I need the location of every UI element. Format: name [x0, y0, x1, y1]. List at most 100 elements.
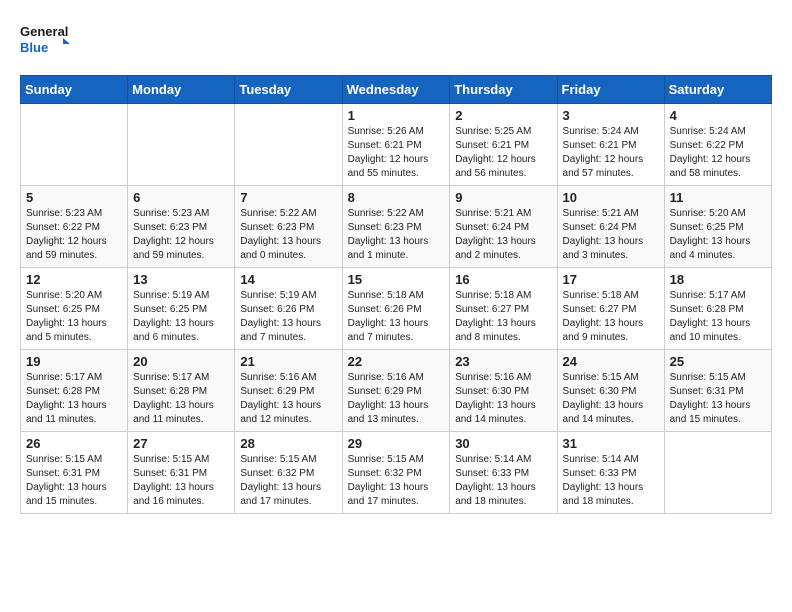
day-info: Sunrise: 5:20 AM Sunset: 6:25 PM Dayligh…	[670, 207, 766, 263]
calendar-table: SundayMondayTuesdayWednesdayThursdayFrid…	[20, 75, 772, 514]
day-number: 1	[348, 108, 445, 123]
day-info: Sunrise: 5:17 AM Sunset: 6:28 PM Dayligh…	[26, 371, 122, 427]
day-number: 31	[563, 436, 659, 451]
day-info: Sunrise: 5:17 AM Sunset: 6:28 PM Dayligh…	[133, 371, 229, 427]
weekday-header-thursday: Thursday	[450, 76, 557, 104]
day-number: 18	[670, 272, 766, 287]
day-info: Sunrise: 5:15 AM Sunset: 6:30 PM Dayligh…	[563, 371, 659, 427]
day-number: 24	[563, 354, 659, 369]
weekday-header-tuesday: Tuesday	[235, 76, 342, 104]
logo-svg: General Blue	[20, 20, 70, 60]
day-info: Sunrise: 5:25 AM Sunset: 6:21 PM Dayligh…	[455, 125, 551, 181]
calendar-cell	[128, 104, 235, 186]
day-number: 12	[26, 272, 122, 287]
day-info: Sunrise: 5:18 AM Sunset: 6:27 PM Dayligh…	[455, 289, 551, 345]
day-number: 5	[26, 190, 122, 205]
day-number: 17	[563, 272, 659, 287]
day-info: Sunrise: 5:14 AM Sunset: 6:33 PM Dayligh…	[455, 453, 551, 509]
day-number: 15	[348, 272, 445, 287]
day-number: 7	[240, 190, 336, 205]
day-number: 26	[26, 436, 122, 451]
calendar-cell: 31Sunrise: 5:14 AM Sunset: 6:33 PM Dayli…	[557, 432, 664, 514]
calendar-cell: 27Sunrise: 5:15 AM Sunset: 6:31 PM Dayli…	[128, 432, 235, 514]
day-info: Sunrise: 5:18 AM Sunset: 6:26 PM Dayligh…	[348, 289, 445, 345]
calendar-week-2: 5 Sunrise: 5:23 AM Sunset: 6:22 PM Daylig…	[21, 186, 772, 268]
day-info: Sunrise: 5:15 AM Sunset: 6:32 PM Dayligh…	[240, 453, 336, 509]
svg-text:General: General	[20, 24, 68, 39]
day-info: Sunrise: 5:22 AM Sunset: 6:23 PM Dayligh…	[348, 207, 445, 263]
calendar-cell: 18 Sunrise: 5:17 AM Sunset: 6:28 PM Dayli…	[664, 268, 771, 350]
calendar-cell: 13 Sunrise: 5:19 AM Sunset: 6:25 PM Dayli…	[128, 268, 235, 350]
day-number: 8	[348, 190, 445, 205]
calendar-cell: 24 Sunrise: 5:15 AM Sunset: 6:30 PM Dayli…	[557, 350, 664, 432]
day-info: Sunrise: 5:15 AM Sunset: 6:32 PM Dayligh…	[348, 453, 445, 509]
day-number: 25	[670, 354, 766, 369]
weekday-header-saturday: Saturday	[664, 76, 771, 104]
svg-text:Blue: Blue	[20, 40, 48, 55]
day-number: 9	[455, 190, 551, 205]
weekday-header-sunday: Sunday	[21, 76, 128, 104]
day-number: 10	[563, 190, 659, 205]
day-info: Sunrise: 5:16 AM Sunset: 6:30 PM Dayligh…	[455, 371, 551, 427]
day-info: Sunrise: 5:19 AM Sunset: 6:26 PM Dayligh…	[240, 289, 336, 345]
day-number: 21	[240, 354, 336, 369]
calendar-cell: 10 Sunrise: 5:21 AM Sunset: 6:24 PM Dayli…	[557, 186, 664, 268]
weekday-header-wednesday: Wednesday	[342, 76, 450, 104]
calendar-cell: 28Sunrise: 5:15 AM Sunset: 6:32 PM Dayli…	[235, 432, 342, 514]
calendar-cell: 21 Sunrise: 5:16 AM Sunset: 6:29 PM Dayli…	[235, 350, 342, 432]
calendar-cell: 8 Sunrise: 5:22 AM Sunset: 6:23 PM Daylig…	[342, 186, 450, 268]
logo: General Blue	[20, 20, 70, 60]
calendar-cell	[664, 432, 771, 514]
calendar-cell: 14 Sunrise: 5:19 AM Sunset: 6:26 PM Dayli…	[235, 268, 342, 350]
calendar-cell: 16Sunrise: 5:18 AM Sunset: 6:27 PM Dayli…	[450, 268, 557, 350]
day-number: 22	[348, 354, 445, 369]
day-info: Sunrise: 5:17 AM Sunset: 6:28 PM Dayligh…	[670, 289, 766, 345]
day-info: Sunrise: 5:15 AM Sunset: 6:31 PM Dayligh…	[670, 371, 766, 427]
weekday-header-row: SundayMondayTuesdayWednesdayThursdayFrid…	[21, 76, 772, 104]
calendar-cell: 7 Sunrise: 5:22 AM Sunset: 6:23 PM Daylig…	[235, 186, 342, 268]
day-info: Sunrise: 5:16 AM Sunset: 6:29 PM Dayligh…	[240, 371, 336, 427]
calendar-cell: 30 Sunrise: 5:14 AM Sunset: 6:33 PM Dayli…	[450, 432, 557, 514]
weekday-header-monday: Monday	[128, 76, 235, 104]
day-info: Sunrise: 5:21 AM Sunset: 6:24 PM Dayligh…	[455, 207, 551, 263]
calendar-cell: 6 Sunrise: 5:23 AM Sunset: 6:23 PM Daylig…	[128, 186, 235, 268]
day-info: Sunrise: 5:24 AM Sunset: 6:21 PM Dayligh…	[563, 125, 659, 181]
day-info: Sunrise: 5:23 AM Sunset: 6:23 PM Dayligh…	[133, 207, 229, 263]
day-number: 29	[348, 436, 445, 451]
day-number: 4	[670, 108, 766, 123]
day-info: Sunrise: 5:22 AM Sunset: 6:23 PM Dayligh…	[240, 207, 336, 263]
day-number: 6	[133, 190, 229, 205]
day-info: Sunrise: 5:15 AM Sunset: 6:31 PM Dayligh…	[26, 453, 122, 509]
day-number: 23	[455, 354, 551, 369]
day-info: Sunrise: 5:18 AM Sunset: 6:27 PM Dayligh…	[563, 289, 659, 345]
day-info: Sunrise: 5:20 AM Sunset: 6:25 PM Dayligh…	[26, 289, 122, 345]
page-header: General Blue	[20, 20, 772, 60]
calendar-cell: 19 Sunrise: 5:17 AM Sunset: 6:28 PM Dayli…	[21, 350, 128, 432]
calendar-cell: 29 Sunrise: 5:15 AM Sunset: 6:32 PM Dayli…	[342, 432, 450, 514]
day-number: 30	[455, 436, 551, 451]
calendar-cell: 11Sunrise: 5:20 AM Sunset: 6:25 PM Dayli…	[664, 186, 771, 268]
calendar-week-1: 1Sunrise: 5:26 AM Sunset: 6:21 PM Daylig…	[21, 104, 772, 186]
day-number: 14	[240, 272, 336, 287]
day-info: Sunrise: 5:21 AM Sunset: 6:24 PM Dayligh…	[563, 207, 659, 263]
weekday-header-friday: Friday	[557, 76, 664, 104]
calendar-cell: 20 Sunrise: 5:17 AM Sunset: 6:28 PM Dayli…	[128, 350, 235, 432]
day-number: 13	[133, 272, 229, 287]
day-number: 3	[563, 108, 659, 123]
calendar-cell: 5 Sunrise: 5:23 AM Sunset: 6:22 PM Daylig…	[21, 186, 128, 268]
calendar-cell	[235, 104, 342, 186]
day-info: Sunrise: 5:16 AM Sunset: 6:29 PM Dayligh…	[348, 371, 445, 427]
calendar-cell: 2Sunrise: 5:25 AM Sunset: 6:21 PM Daylig…	[450, 104, 557, 186]
calendar-cell: 23 Sunrise: 5:16 AM Sunset: 6:30 PM Dayli…	[450, 350, 557, 432]
calendar-cell: 15 Sunrise: 5:18 AM Sunset: 6:26 PM Dayli…	[342, 268, 450, 350]
calendar-cell: 4Sunrise: 5:24 AM Sunset: 6:22 PM Daylig…	[664, 104, 771, 186]
day-number: 20	[133, 354, 229, 369]
day-info: Sunrise: 5:19 AM Sunset: 6:25 PM Dayligh…	[133, 289, 229, 345]
calendar-week-3: 12 Sunrise: 5:20 AM Sunset: 6:25 PM Dayli…	[21, 268, 772, 350]
day-number: 19	[26, 354, 122, 369]
day-info: Sunrise: 5:23 AM Sunset: 6:22 PM Dayligh…	[26, 207, 122, 263]
calendar-cell: 17 Sunrise: 5:18 AM Sunset: 6:27 PM Dayli…	[557, 268, 664, 350]
calendar-cell: 3 Sunrise: 5:24 AM Sunset: 6:21 PM Daylig…	[557, 104, 664, 186]
calendar-cell: 22 Sunrise: 5:16 AM Sunset: 6:29 PM Dayli…	[342, 350, 450, 432]
calendar-cell: 26 Sunrise: 5:15 AM Sunset: 6:31 PM Dayli…	[21, 432, 128, 514]
